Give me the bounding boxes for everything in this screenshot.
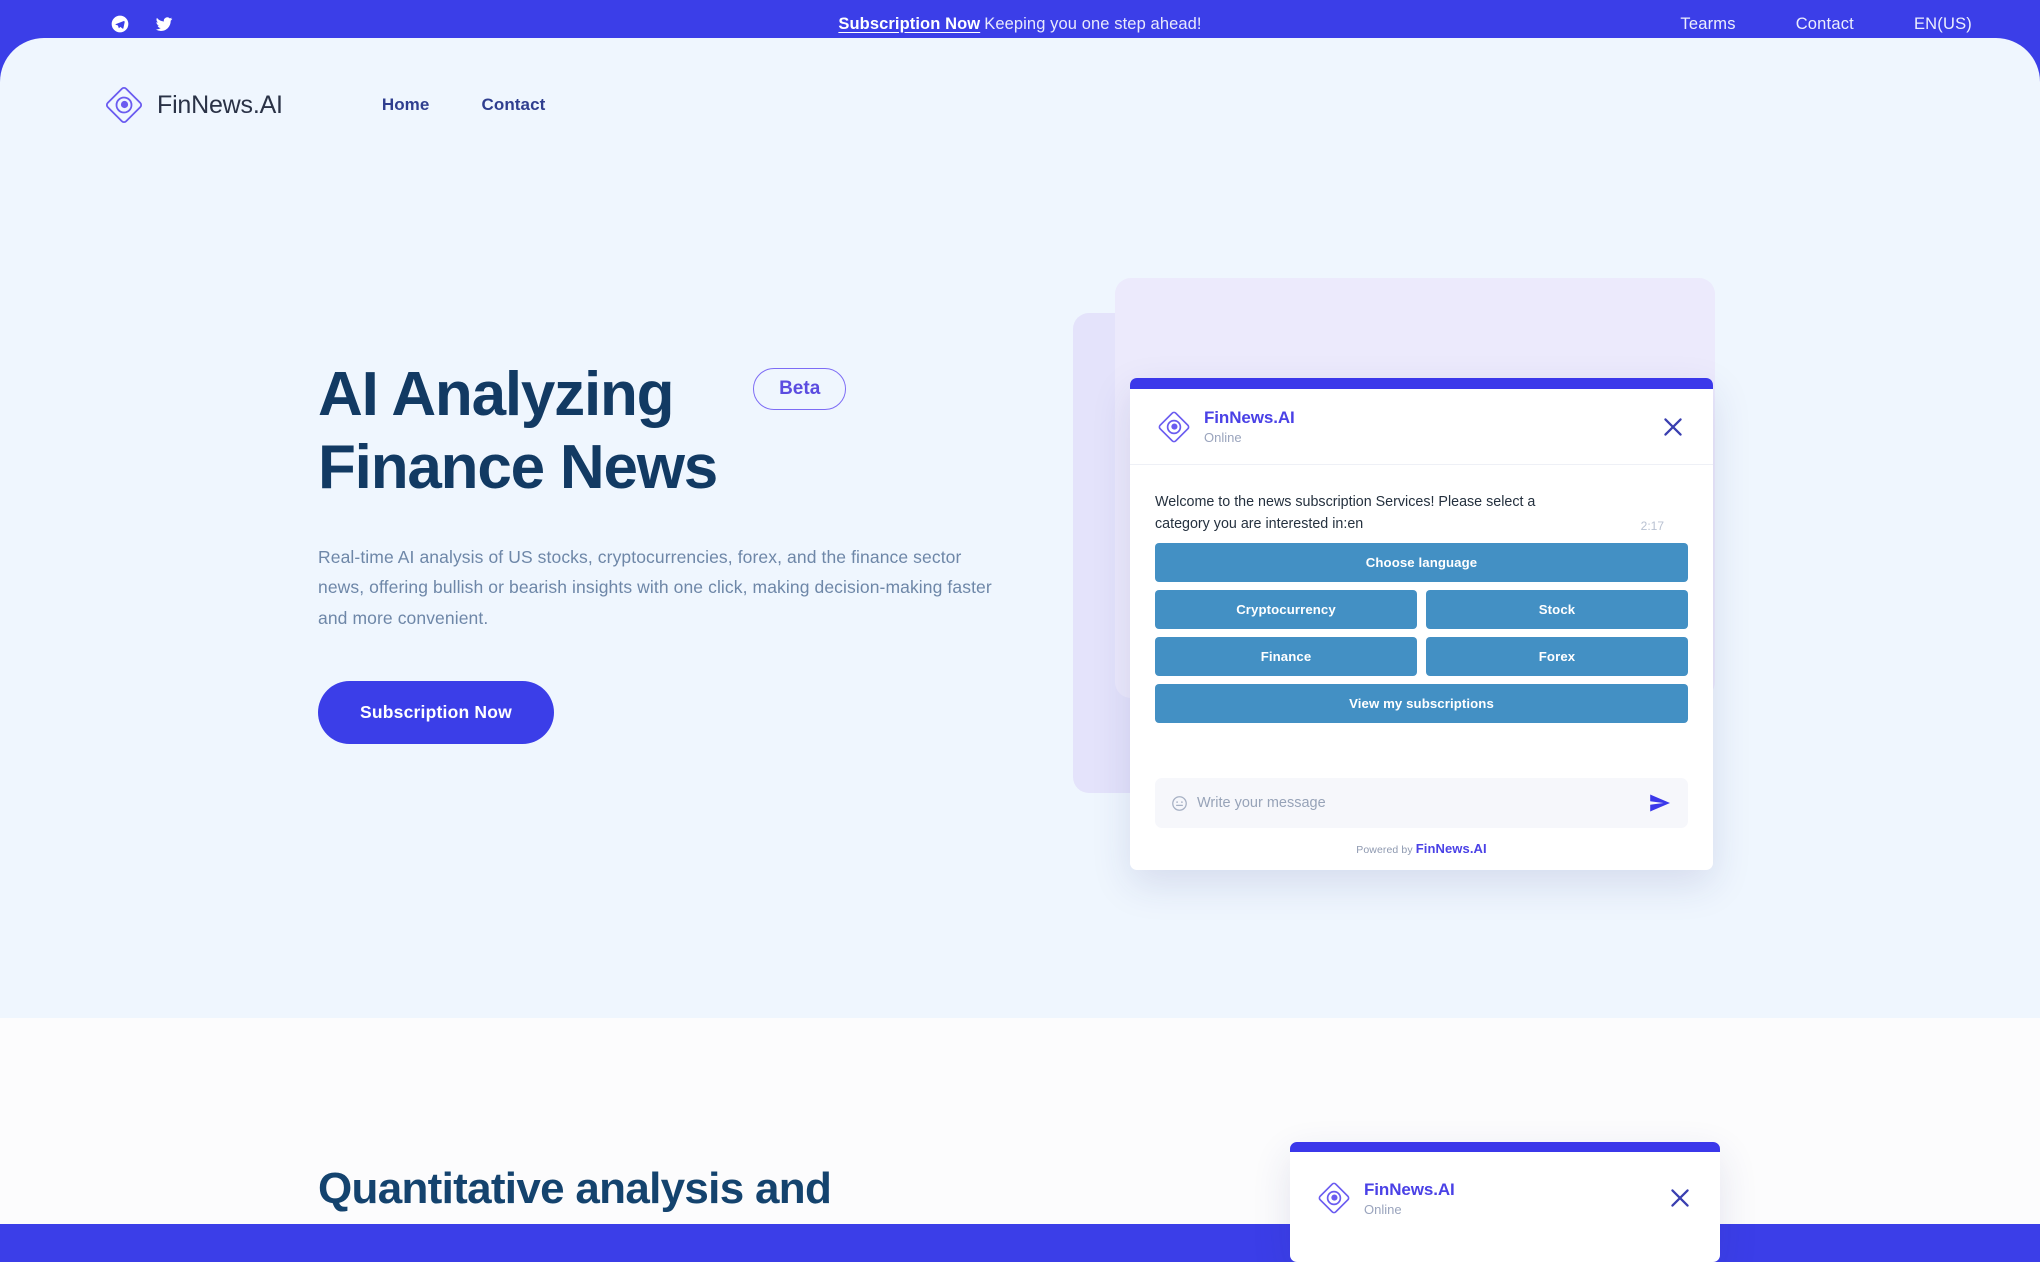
- chat-status-badge: Online: [1364, 1201, 1402, 1217]
- quick-reply-stock[interactable]: Stock: [1426, 590, 1688, 630]
- close-icon[interactable]: [1667, 1185, 1693, 1211]
- promo-message: Subscription Now Keeping you one step ahe…: [0, 15, 2040, 34]
- chat-bot-name: FinNews.AI: [1364, 1179, 1455, 1199]
- chat-accent-bar: [1290, 1142, 1720, 1152]
- chat-message-area: Welcome to the news subscription Service…: [1130, 465, 1713, 778]
- quick-reply-forex[interactable]: Forex: [1426, 637, 1688, 677]
- main-nav-links: Home Contact: [382, 95, 546, 115]
- quick-reply-cryptocurrency[interactable]: Cryptocurrency: [1155, 590, 1417, 630]
- chat-widget-stack: FinNews.AI Online Welcome to the news su…: [1065, 278, 1725, 878]
- brand-name: FinNews.AI: [157, 90, 283, 119]
- quick-reply-row: Cryptocurrency Stock: [1155, 590, 1688, 630]
- nav-link-home[interactable]: Home: [382, 95, 430, 115]
- diamond-logo-icon: [1318, 1182, 1350, 1214]
- powered-by-prefix: Powered by: [1356, 844, 1413, 856]
- chat-widget: FinNews.AI Online Welcome to the news su…: [1130, 378, 1713, 870]
- quick-reply-row: Choose language: [1155, 543, 1688, 583]
- close-icon[interactable]: [1660, 414, 1686, 440]
- quick-reply-buttons: Choose language Cryptocurrency Stock Fin…: [1155, 543, 1688, 724]
- chat-footer: Powered byFinNews.AI: [1130, 778, 1713, 870]
- headline-line-1: AI Analyzing: [318, 360, 675, 429]
- chat-header: FinNews.AI Online: [1130, 389, 1713, 465]
- subscription-now-button[interactable]: Subscription Now: [318, 680, 554, 744]
- send-icon[interactable]: [1648, 791, 1672, 815]
- site-navbar: FinNews.AI Home Contact: [0, 74, 2040, 136]
- quick-reply-view-my-subscriptions[interactable]: View my subscriptions: [1155, 684, 1688, 724]
- chat-message-input[interactable]: [1197, 795, 1648, 811]
- quick-reply-row: Finance Forex: [1155, 637, 1688, 677]
- features-section: Quantitative analysis and: [0, 1018, 2040, 1224]
- diamond-logo-icon: [1158, 411, 1190, 442]
- powered-by-label: Powered by FinNews.AI: [1155, 841, 1688, 856]
- emoji-icon[interactable]: [1171, 795, 1188, 812]
- chat-widget-secondary: FinNews.AI Online: [1290, 1142, 1720, 1262]
- quick-reply-finance[interactable]: Finance: [1155, 637, 1417, 677]
- quick-reply-row: View my subscriptions: [1155, 684, 1688, 724]
- promo-subscription-link[interactable]: Subscription Now: [838, 15, 980, 33]
- chat-identity: FinNews.AI Online: [1204, 408, 1295, 445]
- headline-row: AI Analyzing Finance News Beta: [318, 358, 1038, 504]
- chat-accent-bar: [1130, 378, 1713, 389]
- brand-logo[interactable]: FinNews.AI: [104, 85, 283, 125]
- promo-text: Keeping you one step ahead!: [984, 14, 1202, 33]
- quick-reply-choose-language[interactable]: Choose language: [1155, 543, 1688, 583]
- powered-by-brand: FinNews.AI: [1415, 841, 1487, 856]
- section2-title: Quantitative analysis and: [318, 1164, 832, 1213]
- beta-badge: Beta: [753, 368, 847, 410]
- hero-headline: AI Analyzing Finance News: [318, 358, 718, 504]
- chat-header: FinNews.AI Online: [1290, 1152, 1720, 1228]
- chat-status-badge: Online: [1204, 430, 1242, 445]
- diamond-logo-icon: [105, 86, 143, 124]
- nav-link-contact[interactable]: Contact: [481, 95, 545, 115]
- chat-bot-name: FinNews.AI: [1204, 408, 1295, 427]
- hero-description: Real-time AI analysis of US stocks, cryp…: [318, 547, 992, 628]
- headline-line-2: Finance News: [318, 433, 718, 503]
- chat-identity: FinNews.AI Online: [1364, 1180, 1455, 1217]
- chat-input-row: [1155, 778, 1688, 828]
- hero-copy: AI Analyzing Finance News Beta Real-time …: [318, 358, 1038, 744]
- hero-section: FinNews.AI Home Contact AI Analyzing Fina…: [0, 38, 2040, 1018]
